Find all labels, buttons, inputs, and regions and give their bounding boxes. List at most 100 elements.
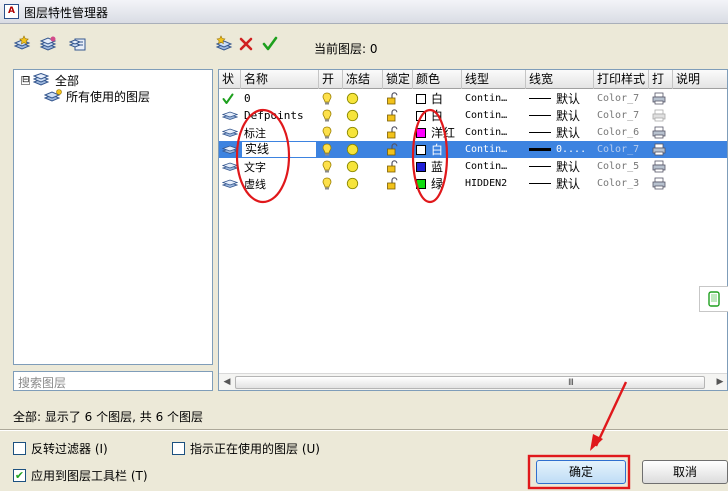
layer-plot-style[interactable]: Color_7	[594, 90, 649, 107]
layer-color[interactable]: 白	[413, 107, 462, 124]
column-freeze[interactable]: 冻结	[343, 70, 383, 89]
layer-name[interactable]: 标注	[241, 124, 319, 141]
cancel-button[interactable]: 取消	[642, 460, 728, 484]
layer-status-icon[interactable]	[219, 107, 241, 124]
show-used-option[interactable]: 指示正在使用的图层 (U)	[172, 440, 320, 457]
layer-color[interactable]: 白	[413, 141, 462, 158]
unlocked-padlock-icon[interactable]	[383, 90, 413, 107]
printer-icon[interactable]	[649, 158, 673, 175]
layer-lineweight[interactable]: 0....	[526, 141, 594, 158]
layer-name[interactable]: 文字	[241, 158, 319, 175]
layer-plot-style[interactable]: Color_7	[594, 141, 649, 158]
column-color[interactable]: 颜色	[413, 70, 462, 89]
layer-description[interactable]	[673, 90, 727, 107]
sun-thaw-icon[interactable]	[343, 141, 383, 158]
layer-linetype[interactable]: Contin…	[462, 158, 526, 175]
layer-status-icon[interactable]	[219, 175, 241, 192]
layer-plot-style[interactable]: Color_6	[594, 124, 649, 141]
unlocked-padlock-icon[interactable]	[383, 175, 413, 192]
layer-description[interactable]	[673, 158, 727, 175]
layer-row[interactable]: 标注 洋红 Contin… 默认 Color_6	[219, 124, 727, 141]
apply-toolbar-checkbox[interactable]: ✔	[13, 469, 26, 482]
ok-button[interactable]: 确定	[536, 460, 626, 484]
set-current-icon[interactable]	[260, 34, 280, 54]
layer-states-manager-icon[interactable]	[68, 34, 88, 54]
lightbulb-on-icon[interactable]	[319, 175, 343, 192]
delete-layer-icon[interactable]	[236, 34, 256, 54]
column-lineweight[interactable]: 线宽	[526, 70, 594, 89]
column-plot[interactable]: 打	[649, 70, 673, 89]
layer-name[interactable]: 虚线	[241, 175, 319, 192]
layer-plot-style[interactable]: Color_3	[594, 175, 649, 192]
layer-linetype[interactable]: Contin…	[462, 141, 526, 158]
layer-lineweight[interactable]: 默认	[526, 107, 594, 124]
invert-filter-checkbox[interactable]	[13, 442, 26, 455]
invert-filter-option[interactable]: 反转过滤器 (I)	[13, 440, 108, 457]
column-name[interactable]: 名称	[241, 70, 319, 89]
layer-row[interactable]: 虚线 绿 HIDDEN2 默认 Color_3	[219, 175, 727, 192]
horizontal-scrollbar[interactable]: ◀ III ▶	[219, 373, 727, 390]
layer-name[interactable]: 0	[241, 90, 319, 107]
layer-row[interactable]: 0 白 Contin… 默认 Color_7	[219, 90, 727, 107]
printer-disabled-icon[interactable]	[649, 107, 673, 124]
unlocked-padlock-icon[interactable]	[383, 141, 413, 158]
layer-lineweight[interactable]: 默认	[526, 158, 594, 175]
layer-color[interactable]: 白	[413, 90, 462, 107]
layer-row[interactable]: Defpoints 白 Contin… 默认 Color_7	[219, 107, 727, 124]
layer-linetype[interactable]: Contin…	[462, 90, 526, 107]
layer-status-icon[interactable]	[219, 124, 241, 141]
search-layers-input[interactable]: 搜索图层	[13, 371, 213, 391]
unlocked-padlock-icon[interactable]	[383, 158, 413, 175]
lightbulb-on-icon[interactable]	[319, 90, 343, 107]
sun-thaw-icon[interactable]	[343, 158, 383, 175]
layer-lineweight[interactable]: 默认	[526, 90, 594, 107]
layer-row[interactable]: 实线 白 Contin… 0.... Color_7	[219, 141, 727, 158]
layer-linetype[interactable]: Contin…	[462, 124, 526, 141]
layer-name-edit-field[interactable]: 实线	[241, 141, 317, 158]
apply-toolbar-option[interactable]: ✔ 应用到图层工具栏 (T)	[13, 467, 148, 484]
layer-lineweight[interactable]: 默认	[526, 175, 594, 192]
layer-plot-style[interactable]: Color_7	[594, 107, 649, 124]
printer-icon[interactable]	[649, 90, 673, 107]
layer-color[interactable]: 蓝	[413, 158, 462, 175]
layer-color[interactable]: 绿	[413, 175, 462, 192]
collapse-toggle[interactable]: ⊟	[21, 75, 30, 85]
column-lock[interactable]: 锁定	[383, 70, 413, 89]
unlocked-padlock-icon[interactable]	[383, 124, 413, 141]
layer-linetype[interactable]: HIDDEN2	[462, 175, 526, 192]
lightbulb-on-icon[interactable]	[319, 141, 343, 158]
current-layer-check-icon[interactable]	[219, 90, 241, 107]
layer-description[interactable]	[673, 141, 727, 158]
tree-item-used-layers[interactable]: 所有使用的图层	[44, 88, 150, 104]
sun-thaw-icon[interactable]	[343, 107, 383, 124]
lightbulb-on-icon[interactable]	[319, 107, 343, 124]
printer-icon[interactable]	[649, 141, 673, 158]
scroll-thumb[interactable]: III	[235, 376, 705, 389]
column-description[interactable]: 说明	[673, 70, 727, 89]
layer-status-icon[interactable]	[219, 141, 241, 158]
printer-icon[interactable]	[649, 124, 673, 141]
scroll-right-arrow[interactable]: ▶	[713, 376, 727, 389]
new-layer-icon[interactable]	[214, 34, 234, 54]
device-tab-icon[interactable]	[699, 286, 728, 312]
new-group-filter-icon[interactable]	[38, 34, 58, 54]
layer-plot-style[interactable]: Color_5	[594, 158, 649, 175]
sun-thaw-icon[interactable]	[343, 90, 383, 107]
lightbulb-on-icon[interactable]	[319, 158, 343, 175]
layer-color[interactable]: 洋红	[413, 124, 462, 141]
show-used-checkbox[interactable]	[172, 442, 185, 455]
layer-linetype[interactable]: Contin…	[462, 107, 526, 124]
column-on[interactable]: 开	[319, 70, 343, 89]
column-status[interactable]: 状	[219, 70, 241, 89]
sun-thaw-icon[interactable]	[343, 124, 383, 141]
column-linetype[interactable]: 线型	[462, 70, 526, 89]
layer-name[interactable]: Defpoints	[241, 107, 319, 124]
column-plot-style[interactable]: 打印样式	[594, 70, 649, 89]
layer-row[interactable]: 文字 蓝 Contin… 默认 Color_5	[219, 158, 727, 175]
layer-description[interactable]	[673, 175, 727, 192]
unlocked-padlock-icon[interactable]	[383, 107, 413, 124]
filter-tree[interactable]: ⊟ 全部 所有使用的图层	[13, 69, 213, 365]
new-property-filter-icon[interactable]	[12, 34, 32, 54]
scroll-left-arrow[interactable]: ◀	[220, 376, 234, 389]
layer-description[interactable]	[673, 124, 727, 141]
